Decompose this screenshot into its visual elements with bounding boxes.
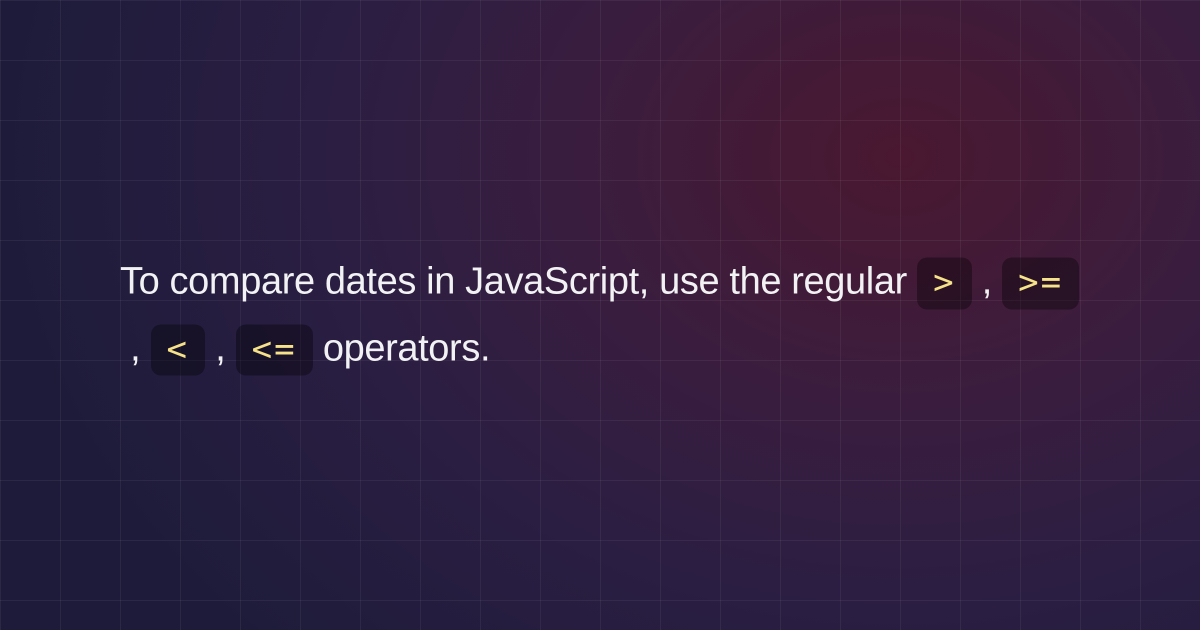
operator-code: <= <box>236 324 313 376</box>
text-prefix: To compare dates in JavaScript, use the … <box>120 261 917 303</box>
card-text: To compare dates in JavaScript, use the … <box>120 249 1080 382</box>
separator: , <box>972 261 1003 303</box>
separator: , <box>205 327 236 369</box>
text-suffix: operators. <box>323 327 490 369</box>
operator-code: < <box>151 324 206 376</box>
operator-code: > <box>917 258 972 310</box>
separator: , <box>120 327 151 369</box>
operator-code: >= <box>1002 258 1079 310</box>
